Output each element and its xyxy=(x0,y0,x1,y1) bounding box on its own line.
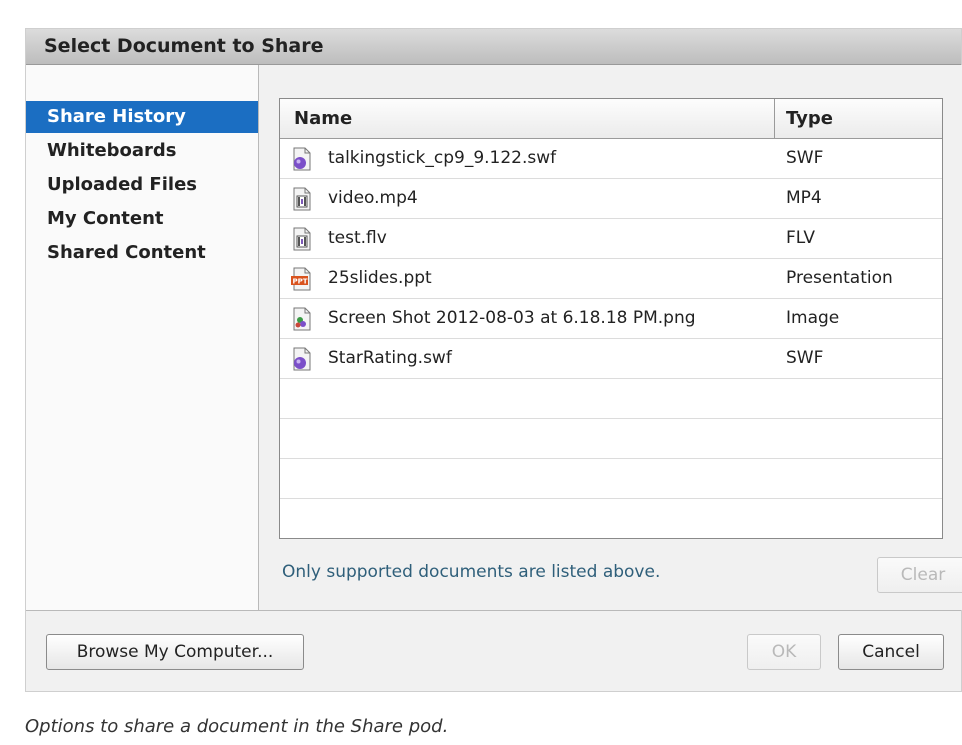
table-row[interactable]: StarRating.swf SWF xyxy=(280,339,942,379)
file-type: SWF xyxy=(786,348,824,368)
table-row[interactable]: test.flv FLV xyxy=(280,219,942,259)
svg-text:PPT: PPT xyxy=(293,278,308,286)
column-divider[interactable] xyxy=(774,99,775,139)
video-file-icon xyxy=(291,227,313,251)
swf-file-icon xyxy=(291,147,313,171)
file-type: MP4 xyxy=(786,188,822,208)
image-file-icon xyxy=(291,307,313,331)
file-name: Screen Shot 2012-08-03 at 6.18.18 PM.png xyxy=(328,308,696,328)
sidebar-item-whiteboards[interactable]: Whiteboards xyxy=(26,135,258,167)
dialog-titlebar: Select Document to Share xyxy=(26,29,961,65)
empty-row xyxy=(280,379,942,419)
file-name: 25slides.ppt xyxy=(328,268,432,288)
clear-button[interactable]: Clear xyxy=(877,557,962,593)
dialog-title: Select Document to Share xyxy=(44,35,324,57)
ok-button[interactable]: OK xyxy=(747,634,821,670)
file-name: test.flv xyxy=(328,228,387,248)
figure-caption: Options to share a document in the Share… xyxy=(25,716,449,737)
table-header: Name Type xyxy=(280,99,942,139)
document-table: Name Type talkingstick_cp9_9.122.swf SWF… xyxy=(279,98,943,539)
footer-divider xyxy=(26,610,961,611)
file-type: Image xyxy=(786,308,840,328)
table-row[interactable]: talkingstick_cp9_9.122.swf SWF xyxy=(280,139,942,179)
source-sidebar: Share History Whiteboards Uploaded Files… xyxy=(26,65,259,610)
empty-row xyxy=(280,419,942,459)
video-file-icon xyxy=(291,187,313,211)
supported-documents-note: Only supported documents are listed abov… xyxy=(282,562,661,582)
file-type: SWF xyxy=(786,148,824,168)
swf-file-icon xyxy=(291,347,313,371)
file-name: StarRating.swf xyxy=(328,348,452,368)
sidebar-item-share-history[interactable]: Share History xyxy=(26,101,258,133)
file-name: talkingstick_cp9_9.122.swf xyxy=(328,148,557,168)
sidebar-item-my-content[interactable]: My Content xyxy=(26,203,258,235)
file-name: video.mp4 xyxy=(328,188,418,208)
table-row[interactable]: video.mp4 MP4 xyxy=(280,179,942,219)
column-header-type[interactable]: Type xyxy=(786,108,833,129)
file-type: Presentation xyxy=(786,268,893,288)
table-row[interactable]: Screen Shot 2012-08-03 at 6.18.18 PM.png… xyxy=(280,299,942,339)
select-document-dialog: Select Document to Share Share History W… xyxy=(25,28,962,692)
cancel-button[interactable]: Cancel xyxy=(838,634,944,670)
document-list-panel: Name Type talkingstick_cp9_9.122.swf SWF… xyxy=(259,65,962,610)
table-row[interactable]: PPT 25slides.ppt Presentation xyxy=(280,259,942,299)
presentation-file-icon: PPT xyxy=(291,267,313,291)
browse-my-computer-button[interactable]: Browse My Computer... xyxy=(46,634,304,670)
column-header-name[interactable]: Name xyxy=(294,108,352,129)
file-type: FLV xyxy=(786,228,816,248)
sidebar-item-shared-content[interactable]: Shared Content xyxy=(26,237,258,269)
sidebar-item-uploaded-files[interactable]: Uploaded Files xyxy=(26,169,258,201)
empty-row xyxy=(280,459,942,499)
